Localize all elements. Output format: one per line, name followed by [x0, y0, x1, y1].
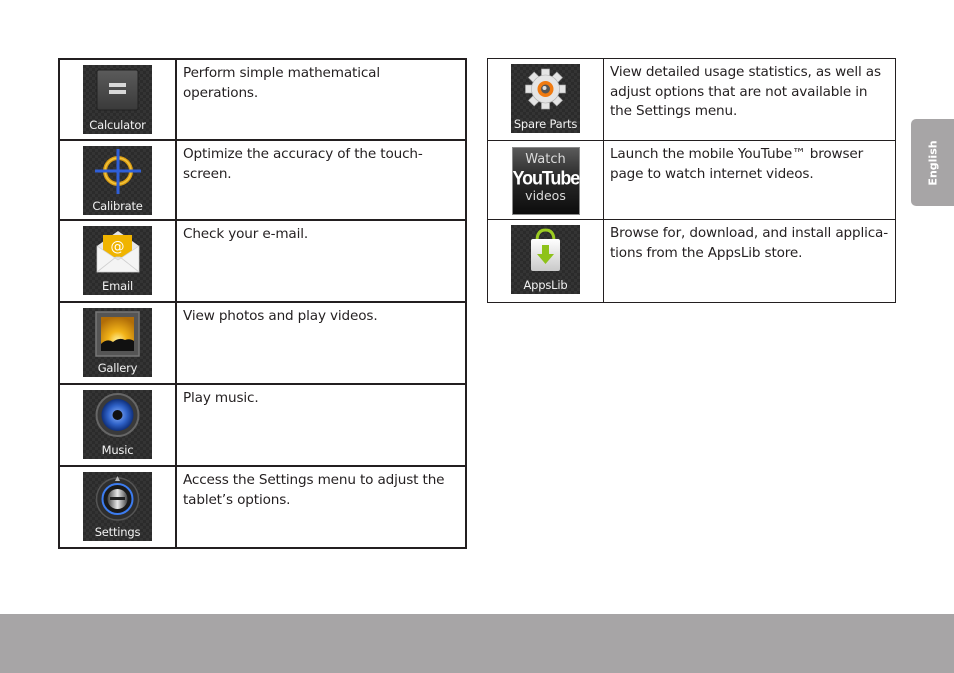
language-tab: English — [911, 119, 954, 206]
table-row: Calibrate Optimize the accuracy of the t… — [58, 139, 467, 221]
app-label: Gallery — [97, 361, 138, 375]
youtube-watch-label: Watch — [525, 152, 566, 167]
app-label: Calculator — [89, 118, 146, 132]
youtube-icon: Watch YouTube videos — [511, 147, 581, 215]
gallery-icon: Gallery — [83, 308, 152, 377]
app-description: Play music. — [175, 383, 467, 467]
app-label: AppsLib — [523, 278, 568, 292]
spare-parts-icon: Spare Parts — [511, 64, 580, 133]
youtube-brand-label: YouTube — [512, 167, 581, 189]
table-row: Gallery View photos and play videos. — [58, 301, 467, 385]
language-tab-label: English — [926, 139, 939, 186]
youtube-videos-label: videos — [525, 188, 566, 203]
table-row: AppsLib Browse for, download, and instal… — [487, 219, 896, 303]
app-label: Settings — [94, 525, 141, 539]
music-icon: Music — [83, 390, 152, 459]
table-row: Watch YouTube videos Launch the mobile Y… — [487, 140, 896, 220]
app-table-right: Spare Parts View detailed usage statisti… — [487, 58, 896, 303]
app-description: Check your e-mail. — [175, 219, 467, 303]
app-description: Browse for, download, and install applic… — [603, 219, 896, 303]
email-icon: @ Email — [83, 226, 152, 295]
table-row: Settings Access the Settings menu to adj… — [58, 465, 467, 549]
app-label: Email — [102, 279, 133, 293]
table-row: @ Email Check your e-mail. — [58, 219, 467, 303]
app-table-left: Calculator Perform simple mathematical o… — [58, 58, 467, 549]
app-description: View photos and play videos. — [175, 301, 467, 385]
app-description: Launch the mobile YouTube™ browser page … — [603, 140, 896, 220]
settings-icon: Settings — [83, 472, 152, 541]
footer-band — [0, 614, 954, 673]
app-description: View detailed usage statistics, as well … — [603, 58, 896, 141]
app-description: Access the Settings menu to adjust the t… — [175, 465, 467, 549]
svg-text:@: @ — [111, 239, 125, 255]
app-description: Optimize the accuracy of the touch-scree… — [175, 139, 467, 221]
table-row: Spare Parts View detailed usage statisti… — [487, 58, 896, 141]
calibrate-icon: Calibrate — [83, 146, 152, 215]
table-row: Music Play music. — [58, 383, 467, 467]
app-label: Spare Parts — [513, 117, 578, 131]
app-label: Calibrate — [92, 199, 143, 213]
appslib-icon: AppsLib — [511, 225, 580, 294]
calculator-icon: Calculator — [83, 65, 152, 134]
app-label: Music — [101, 443, 134, 457]
app-description: Perform simple mathematical operations. — [175, 58, 467, 141]
table-row: Calculator Perform simple mathematical o… — [58, 58, 467, 141]
